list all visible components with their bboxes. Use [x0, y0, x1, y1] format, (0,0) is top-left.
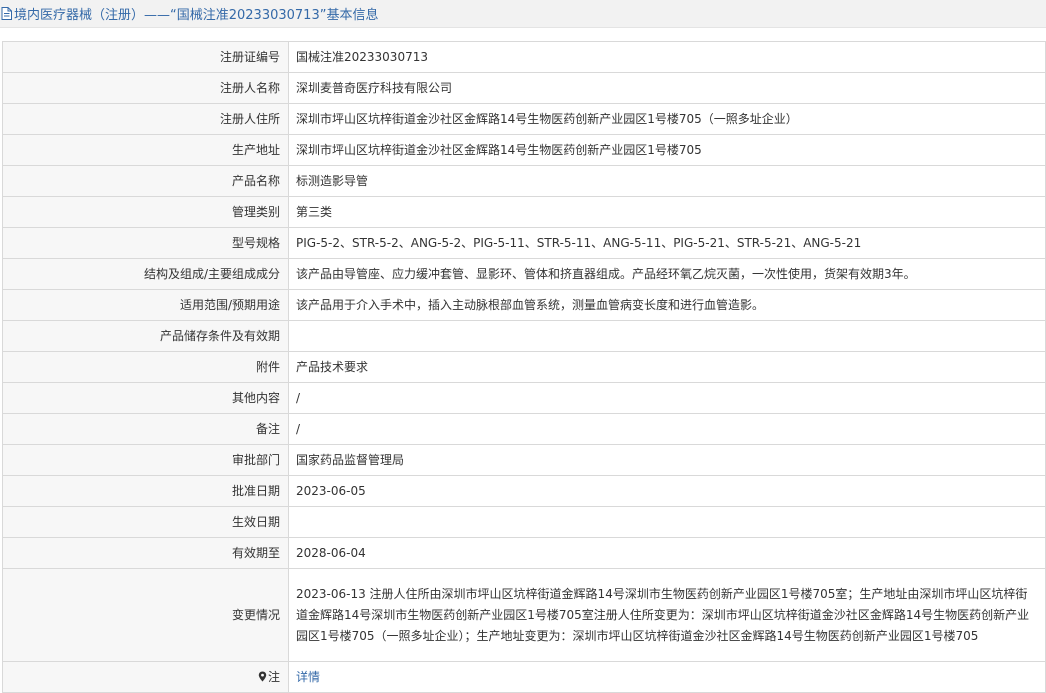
row-value: 深圳市坪山区坑梓街道金沙社区金辉路14号生物医药创新产业园区1号楼705	[288, 134, 1046, 166]
info-table: 注册证编号 国械注准20233030713 注册人名称 深圳麦普奇医疗科技有限公…	[2, 41, 1046, 693]
details-link[interactable]: 详情	[296, 670, 320, 684]
row-label: 注册人名称	[2, 72, 289, 104]
row-value	[288, 506, 1046, 538]
table-row: 型号规格 PIG-5-2、STR-5-2、ANG-5-2、PIG-5-11、ST…	[2, 227, 1046, 259]
table-row: 生效日期	[2, 506, 1046, 538]
row-value: 该产品由导管座、应力缓冲套管、显影环、管体和挤直器组成。产品经环氧乙烷灭菌，一次…	[288, 258, 1046, 290]
row-label: 型号规格	[2, 227, 289, 259]
page-title-bar: 境内医疗器械（注册）——“国械注准20233030713”基本信息	[0, 0, 1046, 28]
note-value: 详情	[288, 661, 1046, 693]
table-row: 注册人名称 深圳麦普奇医疗科技有限公司	[2, 72, 1046, 104]
row-value: /	[288, 382, 1046, 414]
table-row: 注册人住所 深圳市坪山区坑梓街道金沙社区金辉路14号生物医药创新产业园区1号楼7…	[2, 103, 1046, 135]
table-row: 管理类别 第三类	[2, 196, 1046, 228]
row-label: 审批部门	[2, 444, 289, 476]
row-label: 注册人住所	[2, 103, 289, 135]
row-label: 变更情况	[2, 568, 289, 662]
row-value: 产品技术要求	[288, 351, 1046, 383]
row-value: 第三类	[288, 196, 1046, 228]
page-title: 境内医疗器械（注册）——“国械注准20233030713”基本信息	[14, 8, 379, 23]
table-row: 生产地址 深圳市坪山区坑梓街道金沙社区金辉路14号生物医药创新产业园区1号楼70…	[2, 134, 1046, 166]
row-value: 2028-06-04	[288, 537, 1046, 569]
table-row: 适用范围/预期用途 该产品用于介入手术中，插入主动脉根部血管系统，测量血管病变长…	[2, 289, 1046, 321]
note-row: 注 详情	[2, 661, 1046, 693]
row-value: /	[288, 413, 1046, 445]
row-label: 有效期至	[2, 537, 289, 569]
row-value: 国械注准20233030713	[288, 41, 1046, 73]
row-value	[288, 320, 1046, 352]
row-label: 附件	[2, 351, 289, 383]
row-label: 产品储存条件及有效期	[2, 320, 289, 352]
table-row: 结构及组成/主要组成成分 该产品由导管座、应力缓冲套管、显影环、管体和挤直器组成…	[2, 258, 1046, 290]
table-row: 产品名称 标测造影导管	[2, 165, 1046, 197]
row-label: 适用范围/预期用途	[2, 289, 289, 321]
row-value: 2023-06-13 注册人住所由深圳市坪山区坑梓街道金辉路14号深圳市生物医药…	[288, 568, 1046, 662]
row-label: 其他内容	[2, 382, 289, 414]
row-label: 注册证编号	[2, 41, 289, 73]
table-row: 产品储存条件及有效期	[2, 320, 1046, 352]
row-value: 深圳麦普奇医疗科技有限公司	[288, 72, 1046, 104]
table-row: 批准日期 2023-06-05	[2, 475, 1046, 507]
row-value: 该产品用于介入手术中，插入主动脉根部血管系统，测量血管病变长度和进行血管造影。	[288, 289, 1046, 321]
map-pin-icon	[258, 671, 267, 682]
table-row: 其他内容 /	[2, 382, 1046, 414]
table-row: 变更情况 2023-06-13 注册人住所由深圳市坪山区坑梓街道金辉路14号深圳…	[2, 568, 1046, 662]
table-row: 附件 产品技术要求	[2, 351, 1046, 383]
document-icon	[1, 7, 12, 20]
row-label: 管理类别	[2, 196, 289, 228]
table-row: 审批部门 国家药品监督管理局	[2, 444, 1046, 476]
note-label: 注	[267, 670, 280, 684]
row-value: 标测造影导管	[288, 165, 1046, 197]
table-row: 备注 /	[2, 413, 1046, 445]
row-value: 国家药品监督管理局	[288, 444, 1046, 476]
table-row: 有效期至 2028-06-04	[2, 537, 1046, 569]
row-label: 备注	[2, 413, 289, 445]
row-label: 批准日期	[2, 475, 289, 507]
row-label: 产品名称	[2, 165, 289, 197]
row-value: 2023-06-05	[288, 475, 1046, 507]
row-value: PIG-5-2、STR-5-2、ANG-5-2、PIG-5-11、STR-5-1…	[288, 227, 1046, 259]
row-label: 生产地址	[2, 134, 289, 166]
row-value: 深圳市坪山区坑梓街道金沙社区金辉路14号生物医药创新产业园区1号楼705（一照多…	[288, 103, 1046, 135]
row-label: 结构及组成/主要组成成分	[2, 258, 289, 290]
row-label: 生效日期	[2, 506, 289, 538]
table-row: 注册证编号 国械注准20233030713	[2, 41, 1046, 73]
note-label-cell: 注	[2, 661, 289, 693]
